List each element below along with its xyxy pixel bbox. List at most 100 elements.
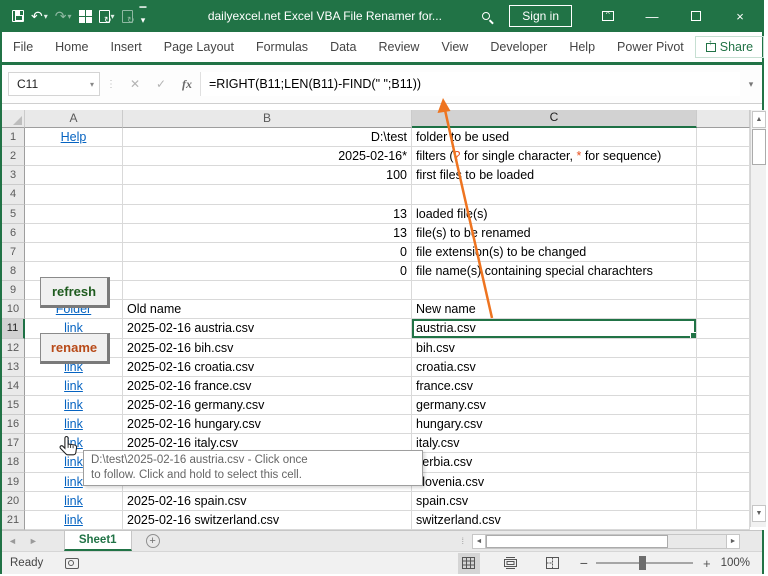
cell-c5[interactable]: loaded file(s) <box>412 204 697 224</box>
horizontal-scrollbar[interactable]: ◄ ► <box>472 531 762 551</box>
ribbon-tab-developer[interactable]: Developer <box>479 33 558 61</box>
cell-b4[interactable] <box>123 185 412 205</box>
cell-d13[interactable] <box>697 357 750 377</box>
row-header-11[interactable]: 11 <box>2 319 25 339</box>
column-header-d[interactable] <box>697 110 750 128</box>
select-all-button[interactable] <box>2 110 25 128</box>
ribbon-tab-insert[interactable]: Insert <box>100 33 153 61</box>
cell-c16[interactable]: hungary.csv <box>412 415 697 435</box>
row-header-13[interactable]: 13 <box>2 357 25 377</box>
ribbon-tab-data[interactable]: Data <box>319 33 367 61</box>
name-box[interactable]: C11 ▾ <box>8 72 100 96</box>
cell-d16[interactable] <box>697 415 750 435</box>
row-header-2[interactable]: 2 <box>2 147 25 167</box>
ribbon-tab-page-layout[interactable]: Page Layout <box>153 33 245 61</box>
cell-c7[interactable]: file extension(s) to be changed <box>412 242 697 262</box>
customize-qat-icon[interactable]: ▔ ▾ <box>140 8 147 25</box>
cell-d5[interactable] <box>697 204 750 224</box>
cell-b20[interactable]: 2025-02-16 spain.csv <box>123 491 412 511</box>
zoom-in-icon[interactable]: + <box>693 556 721 571</box>
cell-b15[interactable]: 2025-02-16 germany.csv <box>123 395 412 416</box>
cell-d12[interactable] <box>697 338 750 358</box>
row-header-15[interactable]: 15 <box>2 395 25 416</box>
ribbon-tab-help[interactable]: Help <box>558 33 606 61</box>
search-icon[interactable] <box>473 12 499 20</box>
name-box-dropdown-icon[interactable]: ▾ <box>90 80 99 89</box>
cell-a7[interactable] <box>25 242 123 262</box>
cell-b21[interactable]: 2025-02-16 switzerland.csv <box>123 510 412 530</box>
cell-a14[interactable]: link <box>25 376 123 396</box>
vertical-scrollbar-thumb[interactable] <box>752 129 766 165</box>
cell-d4[interactable] <box>697 185 750 205</box>
horizontal-scrollbar-thumb[interactable] <box>486 534 668 548</box>
cell-d19[interactable] <box>697 472 750 492</box>
rename-button[interactable]: rename <box>40 333 110 364</box>
page-layout-view-icon[interactable] <box>500 553 522 574</box>
row-header-20[interactable]: 20 <box>2 491 25 511</box>
cell-a3[interactable] <box>25 166 123 186</box>
cell-d15[interactable] <box>697 395 750 416</box>
cell-c21[interactable]: switzerland.csv <box>412 510 697 530</box>
cell-b14[interactable]: 2025-02-16 france.csv <box>123 376 412 396</box>
cell-b3[interactable]: 100 <box>123 166 412 186</box>
formula-input[interactable]: =RIGHT(B11;LEN(B11)-FIND(" ";B11)) <box>200 72 740 96</box>
scroll-down-icon[interactable]: ▼ <box>752 505 766 522</box>
cell-c2[interactable]: filters (? for single character, * for s… <box>412 147 697 167</box>
row-header-18[interactable]: 18 <box>2 453 25 473</box>
row-header-12[interactable]: 12 <box>2 338 25 358</box>
cell-d7[interactable] <box>697 242 750 262</box>
cell-c10[interactable]: New name <box>412 300 697 320</box>
cell-c19[interactable]: slovenia.csv <box>412 472 697 492</box>
cell-d3[interactable] <box>697 166 750 186</box>
cell-c1[interactable]: folder to be used <box>412 128 697 148</box>
cell-b2[interactable]: 2025-02-16* <box>123 147 412 167</box>
cell-a4[interactable] <box>25 185 123 205</box>
zoom-level[interactable]: 100% <box>721 557 762 569</box>
cell-b12[interactable]: 2025-02-16 bih.csv <box>123 338 412 358</box>
zoom-slider[interactable] <box>595 556 693 570</box>
cell-c15[interactable]: germany.csv <box>412 395 697 416</box>
cell-b13[interactable]: 2025-02-16 croatia.csv <box>123 357 412 377</box>
new-sheet-icon[interactable]: + <box>145 534 160 548</box>
maximize-button[interactable] <box>674 0 718 32</box>
cell-d20[interactable] <box>697 491 750 511</box>
cell-a16[interactable]: link <box>25 415 123 435</box>
sheet-nav-left-icon[interactable]: ◄ <box>2 531 23 551</box>
close-button[interactable]: × <box>718 0 762 32</box>
cell-d6[interactable] <box>697 223 750 243</box>
row-header-4[interactable]: 4 <box>2 185 25 205</box>
cell-c12[interactable]: bih.csv <box>412 338 697 358</box>
insert-function-icon[interactable]: fx <box>174 77 200 92</box>
cell-b8[interactable]: 0 <box>123 261 412 282</box>
cell-c8[interactable]: file name(s) containing special characht… <box>412 261 697 282</box>
ribbon-tab-home[interactable]: Home <box>44 33 99 61</box>
cell-c18[interactable]: serbia.csv <box>412 453 697 473</box>
cell-a1[interactable]: Help <box>25 128 123 148</box>
row-header-21[interactable]: 21 <box>2 510 25 530</box>
row-header-19[interactable]: 19 <box>2 472 25 492</box>
cell-c6[interactable]: file(s) to be renamed <box>412 223 697 243</box>
cell-b1[interactable]: D:\test <box>123 128 412 148</box>
cell-d1[interactable] <box>697 128 750 148</box>
cell-a20[interactable]: link <box>25 491 123 511</box>
row-header-14[interactable]: 14 <box>2 376 25 396</box>
cell-d9[interactable] <box>697 281 750 301</box>
page-break-view-icon[interactable] <box>542 553 564 574</box>
refresh-document-icon[interactable]: ▾ <box>98 9 115 26</box>
cell-c11[interactable]: austria.csv <box>412 319 697 339</box>
ribbon-display-options-icon[interactable] <box>586 0 630 32</box>
column-header-c[interactable]: C <box>412 110 697 128</box>
share-button[interactable]: Share <box>694 36 765 58</box>
cell-b9[interactable] <box>123 281 412 301</box>
cell-d11[interactable] <box>697 319 750 339</box>
ribbon-tab-formulas[interactable]: Formulas <box>245 33 319 61</box>
sheet-tab-sheet1[interactable]: Sheet1 <box>63 531 132 551</box>
cell-a15[interactable]: link <box>25 395 123 416</box>
sheet-nav-right-icon[interactable]: ► <box>23 531 44 551</box>
cell-b10[interactable]: Old name <box>123 300 412 320</box>
ribbon-tab-file[interactable]: File <box>2 33 44 61</box>
zoom-out-icon[interactable]: − <box>564 555 596 571</box>
scroll-left-icon[interactable]: ◄ <box>472 533 486 549</box>
expand-formula-bar-icon[interactable]: ▾ <box>740 79 762 90</box>
cell-c4[interactable] <box>412 185 697 205</box>
